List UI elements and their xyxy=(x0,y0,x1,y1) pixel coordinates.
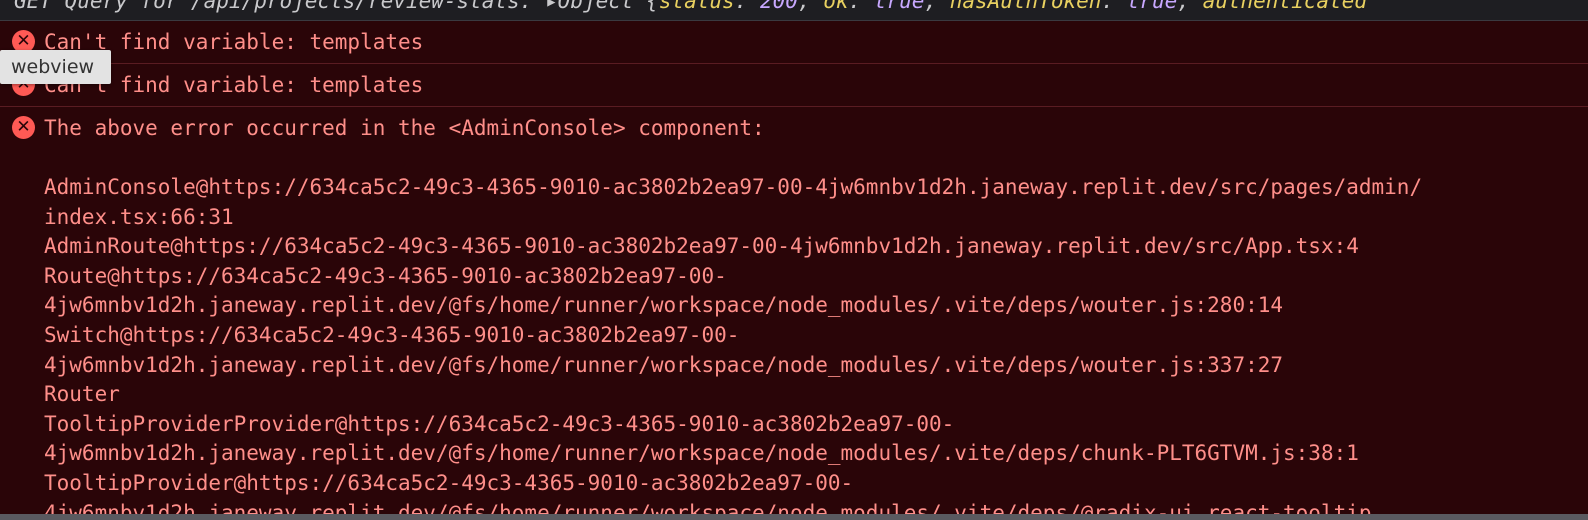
object-key-hasauthtoken: hasAuthToken xyxy=(949,0,1102,13)
stack-line[interactable]: AdminConsole@https://634ca5c2-49c3-4365-… xyxy=(44,173,1422,203)
object-value-hasauthtoken: true xyxy=(1126,0,1178,13)
object-key-authenticated: authenticated xyxy=(1202,0,1367,13)
error-text: The above error occurred in the <AdminCo… xyxy=(44,116,765,140)
object-label: Object xyxy=(557,0,634,13)
log-prefix: GET Query for /api/projects/review-stats… xyxy=(14,0,546,13)
panel-bottom-border xyxy=(0,514,1588,520)
console-panel: GET Query for /api/projects/review-stats… xyxy=(0,0,1588,520)
stack-line[interactable]: index.tsx:66:31 xyxy=(44,203,1422,233)
stack-trace: AdminConsole@https://634ca5c2-49c3-4365-… xyxy=(44,173,1422,520)
stack-line[interactable]: TooltipProvider@https://634ca5c2-49c3-43… xyxy=(44,469,1422,499)
error-message[interactable]: ✕ Can't find variable: templates xyxy=(0,21,1588,64)
stack-line[interactable]: Switch@https://634ca5c2-49c3-4365-9010-a… xyxy=(44,321,1422,351)
error-icon: ✕ xyxy=(12,116,35,139)
stack-line[interactable]: Route@https://634ca5c2-49c3-4365-9010-ac… xyxy=(44,262,1422,292)
stack-line[interactable]: TooltipProviderProvider@https://634ca5c2… xyxy=(44,410,1422,440)
stack-line[interactable]: Router xyxy=(44,380,1422,410)
stack-line[interactable]: 4jw6mnbv1d2h.janeway.replit.dev/@fs/home… xyxy=(44,439,1422,469)
expand-arrow-icon[interactable]: ▸ xyxy=(545,0,558,13)
object-value-status: 200 xyxy=(759,0,798,13)
error-message[interactable]: ✕ The above error occurred in the <Admin… xyxy=(0,107,1588,520)
stack-line[interactable]: AdminRoute@https://634ca5c2-49c3-4365-90… xyxy=(44,232,1422,262)
error-message[interactable]: ✕ Can't find variable: templates xyxy=(0,64,1588,107)
object-key-ok: ok xyxy=(823,0,849,13)
webview-tooltip: webview xyxy=(0,50,111,84)
stack-line[interactable]: 4jw6mnbv1d2h.janeway.replit.dev/@fs/home… xyxy=(44,291,1422,321)
log-message-line: GET Query for /api/projects/review-stats… xyxy=(0,0,1588,21)
object-open-brace: { xyxy=(633,0,659,13)
object-key-status: status xyxy=(658,0,735,13)
object-value-ok: true xyxy=(873,0,925,13)
stack-line[interactable]: 4jw6mnbv1d2h.janeway.replit.dev/@fs/home… xyxy=(44,351,1422,381)
